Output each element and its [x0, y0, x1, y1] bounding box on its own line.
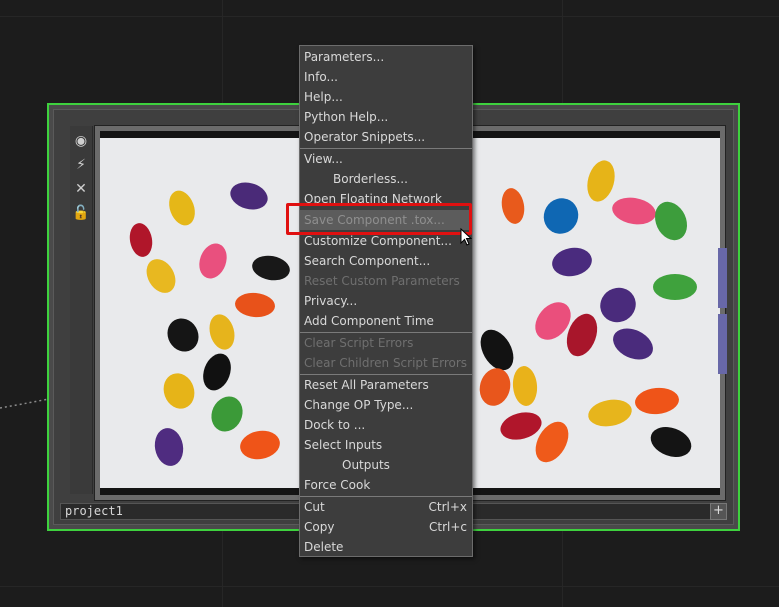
shortcut-label: Ctrl+x: [428, 500, 467, 514]
menu-item-view[interactable]: View...: [300, 149, 472, 169]
menu-item-python-help[interactable]: Python Help...: [300, 107, 472, 127]
menu-item-dock-to[interactable]: Dock to ...: [300, 415, 472, 435]
menu-item-privacy[interactable]: Privacy...: [300, 291, 472, 311]
menu-item-parameters[interactable]: Parameters...: [300, 47, 472, 67]
menu-item-clear-children-script-errors: Clear Children Script Errors: [304, 356, 468, 370]
menu-item-clear-script-errors: Clear Script Errors: [304, 336, 414, 350]
menu-item-label: Cut: [304, 500, 325, 514]
menu-item-borderless[interactable]: Borderless...: [300, 169, 472, 189]
menu-item-force-cook[interactable]: Force Cook: [300, 475, 472, 495]
grid-line: [0, 16, 779, 17]
menu-item-reset-all-parameters[interactable]: Reset All Parameters: [300, 375, 472, 395]
mouse-cursor-icon: [460, 228, 472, 246]
scroll-indicator[interactable]: [718, 314, 727, 374]
menu-item-change-op-type[interactable]: Change OP Type...: [300, 395, 472, 415]
menu-item-operator-snippets[interactable]: Operator Snippets...: [300, 127, 472, 147]
shortcut-label: Ctrl+c: [428, 520, 467, 534]
bypass-icon[interactable]: ⚡: [72, 156, 90, 174]
menu-item-add-component-time[interactable]: Add Component Time: [300, 311, 472, 331]
context-menu: Parameters... Info... Help... Python Hel…: [299, 45, 473, 557]
menu-item-label: Copy: [304, 520, 335, 534]
menu-item-search-component[interactable]: Search Component...: [300, 251, 472, 271]
menu-item-delete[interactable]: Delete: [300, 537, 472, 557]
menu-item-info[interactable]: Info...: [300, 67, 472, 87]
close-icon[interactable]: ✕: [72, 180, 90, 198]
highlight-box: [286, 203, 472, 235]
menu-item-cut[interactable]: Cut Ctrl+x: [300, 497, 472, 517]
menu-item-outputs[interactable]: Outputs: [300, 455, 472, 475]
grid-line: [0, 586, 779, 587]
node-toolbar: ◉ ⚡ ✕ 🔓: [70, 126, 93, 494]
menu-item-reset-custom-parameters: Reset Custom Parameters: [304, 274, 460, 288]
menu-item-help[interactable]: Help...: [300, 87, 472, 107]
lock-icon[interactable]: 🔓: [72, 204, 90, 222]
menu-item-select-inputs[interactable]: Select Inputs: [300, 435, 472, 455]
viewer-toggle-icon[interactable]: ◉: [72, 132, 90, 150]
scroll-indicator[interactable]: [718, 248, 727, 308]
add-button[interactable]: +: [710, 503, 727, 520]
menu-item-copy[interactable]: Copy Ctrl+c: [300, 517, 472, 537]
